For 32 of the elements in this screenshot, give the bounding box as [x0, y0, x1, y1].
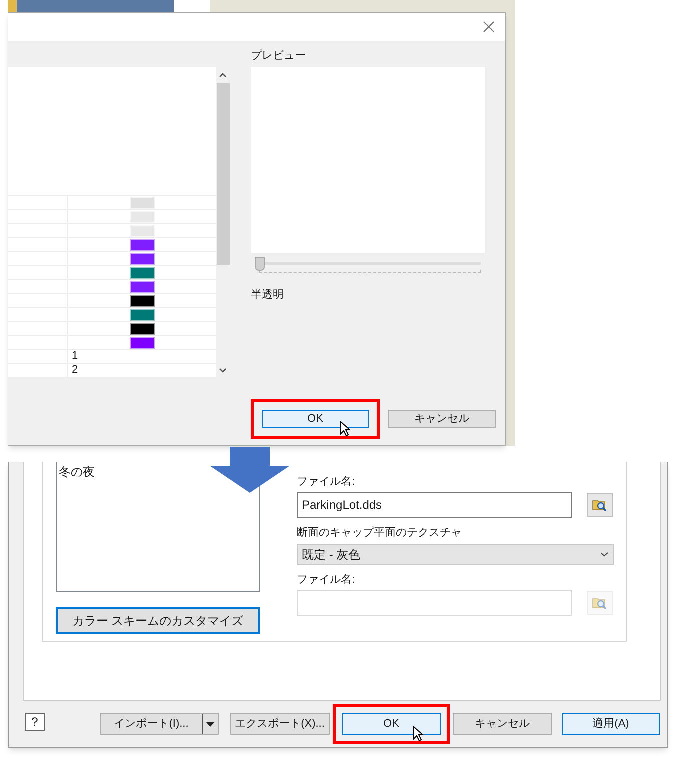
customize-button[interactable]: カラー スキームのカスタマイズ [56, 607, 260, 634]
cursor-icon [413, 726, 424, 742]
down-caret-icon[interactable] [219, 368, 227, 373]
scrollbar-thumb[interactable] [216, 83, 230, 265]
text-field[interactable]: ParkingLot.dds [297, 492, 572, 518]
dropdown[interactable]: 既定 - 灰色 [297, 544, 614, 565]
caret-down-icon [206, 722, 215, 727]
help-button[interactable]: ? [25, 713, 45, 732]
field-label: ファイル名: [297, 475, 356, 490]
browse-button[interactable] [587, 493, 613, 517]
slider-thumb[interactable] [255, 257, 265, 271]
cursor-icon [340, 421, 351, 437]
folder-search-icon [592, 596, 608, 610]
close-icon[interactable] [483, 21, 495, 33]
field-label: 断面のキャップ平面のテクスチャ [297, 526, 462, 541]
dialog-button[interactable]: エクスポート(X)... [230, 713, 330, 736]
chevron-down-icon [600, 552, 609, 557]
table-cell-text: 1 [71, 350, 78, 363]
opacity-slider[interactable] [255, 257, 481, 275]
dialog-button[interactable]: インポート(I)... [100, 713, 219, 736]
folder-search-icon [592, 498, 608, 512]
dialog-button[interactable]: OK [342, 713, 441, 736]
preview-label: プレビュー [251, 48, 306, 64]
up-caret-icon[interactable] [219, 73, 227, 78]
dialog-button[interactable]: OK [262, 410, 369, 428]
field-label: ファイル名: [297, 573, 356, 588]
table-cell-text: 2 [71, 364, 78, 377]
list-item[interactable]: 冬の夜 [59, 465, 95, 479]
dialog-button[interactable]: キャンセル [453, 713, 552, 736]
opacity-label: 半透明 [251, 288, 284, 303]
dialog-button[interactable]: 適用(A) [562, 713, 660, 736]
dialog-button[interactable]: キャンセル [388, 410, 496, 428]
